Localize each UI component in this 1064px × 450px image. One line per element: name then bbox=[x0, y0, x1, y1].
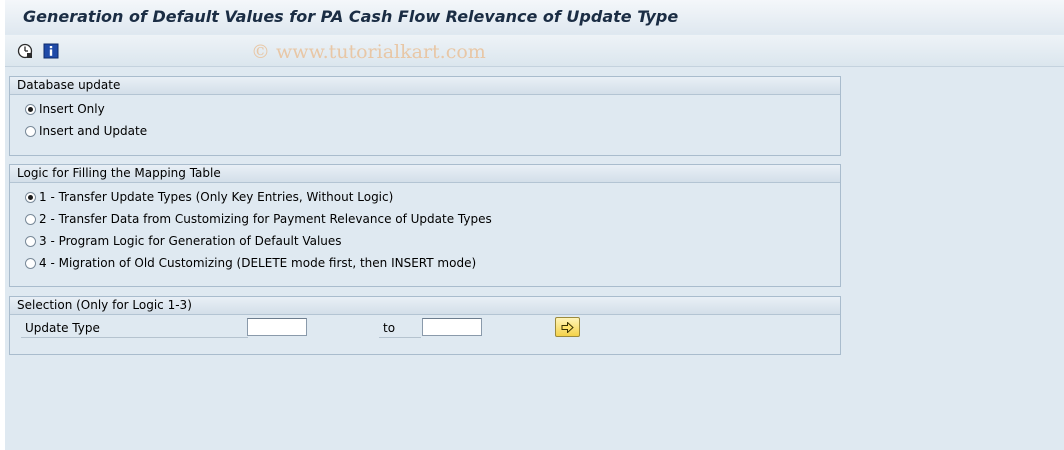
application-toolbar: © www.tutorialkart.com bbox=[5, 35, 1064, 67]
radio-button[interactable] bbox=[25, 235, 36, 247]
radio-insert-only[interactable]: Insert Only bbox=[25, 100, 105, 118]
multiple-selection-button[interactable] bbox=[555, 317, 580, 337]
watermark-text: © www.tutorialkart.com bbox=[251, 41, 486, 63]
radio-button[interactable] bbox=[25, 125, 36, 137]
radio-logic-3[interactable]: 3 - Program Logic for Generation of Defa… bbox=[25, 232, 342, 250]
label-underline bbox=[379, 337, 421, 338]
group-database-update: Database update Insert Only Insert and U… bbox=[9, 76, 841, 156]
group-mapping-logic: Logic for Filling the Mapping Table 1 - … bbox=[9, 164, 841, 287]
title-bar: Generation of Default Values for PA Cash… bbox=[5, 0, 1064, 34]
update-type-label: Update Type bbox=[25, 321, 100, 335]
arrow-right-icon bbox=[561, 321, 574, 333]
radio-button[interactable] bbox=[25, 257, 36, 269]
update-type-to-input[interactable] bbox=[422, 318, 482, 336]
group-header-selection: Selection (Only for Logic 1-3) bbox=[10, 297, 840, 315]
to-label: to bbox=[383, 321, 396, 335]
radio-logic-4[interactable]: 4 - Migration of Old Customizing (DELETE… bbox=[25, 254, 476, 272]
info-icon[interactable] bbox=[43, 43, 59, 59]
update-type-from-input[interactable] bbox=[247, 318, 307, 336]
label-underline bbox=[21, 337, 248, 338]
radio-insert-and-update[interactable]: Insert and Update bbox=[25, 122, 147, 140]
group-header-database-update: Database update bbox=[10, 77, 840, 95]
radio-button[interactable] bbox=[25, 213, 36, 225]
radio-button-checked[interactable] bbox=[25, 191, 36, 203]
radio-logic-1[interactable]: 1 - Transfer Update Types (Only Key Entr… bbox=[25, 188, 393, 206]
main-content: Database update Insert Only Insert and U… bbox=[5, 67, 1064, 450]
group-header-mapping-logic: Logic for Filling the Mapping Table bbox=[10, 165, 840, 183]
radio-label: Insert Only bbox=[39, 102, 105, 116]
radio-label: 1 - Transfer Update Types (Only Key Entr… bbox=[39, 190, 394, 204]
radio-logic-2[interactable]: 2 - Transfer Data from Customizing for P… bbox=[25, 210, 492, 228]
group-selection: Selection (Only for Logic 1-3) Update Ty… bbox=[9, 296, 841, 355]
radio-label: 2 - Transfer Data from Customizing for P… bbox=[39, 212, 492, 226]
radio-label: 4 - Migration of Old Customizing (DELETE… bbox=[39, 256, 477, 270]
page-title: Generation of Default Values for PA Cash… bbox=[23, 7, 679, 26]
radio-label: 3 - Program Logic for Generation of Defa… bbox=[39, 234, 342, 248]
execute-clock-icon[interactable] bbox=[17, 43, 33, 59]
radio-button-checked[interactable] bbox=[25, 103, 36, 115]
radio-label: Insert and Update bbox=[39, 124, 148, 138]
